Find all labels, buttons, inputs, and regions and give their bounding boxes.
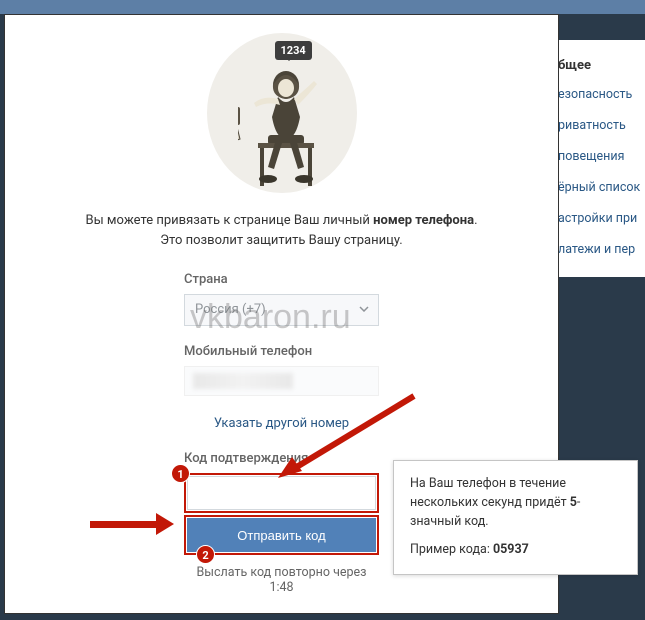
chevron-down-icon <box>359 306 369 316</box>
send-code-button[interactable]: Отправить код <box>187 518 376 552</box>
description: Вы можете привязать к странице Ваш личны… <box>5 211 558 250</box>
person-illustration <box>238 67 348 197</box>
phone-blurred-value <box>193 373 293 389</box>
code-hint-tooltip: На Ваш телефон в течение нескольких секу… <box>393 460 638 575</box>
country-select[interactable]: Россия (+7) <box>184 294 379 326</box>
sidebar-item-app-settings[interactable]: астройки при <box>550 203 645 234</box>
country-label: Страна <box>184 272 379 287</box>
annotation-arrow-horizontal <box>90 516 175 532</box>
sidebar-item-security[interactable]: езопасность <box>550 79 645 110</box>
sidebar-item-blacklist[interactable]: ёрный список <box>550 172 645 203</box>
annotation-highlight-1 <box>184 473 379 513</box>
tooltip-line1: На Ваш телефон в течение нескольких секу… <box>410 475 621 531</box>
resend-info: Выслать код повторно через 1:48 <box>184 557 379 595</box>
sidebar-item-notifications[interactable]: повещения <box>550 141 645 172</box>
phone-label: Мобильный телефон <box>184 344 379 359</box>
sidebar-item-payments[interactable]: латежи и пер <box>550 234 645 265</box>
country-select-wrap[interactable]: Россия (+7) <box>184 294 379 326</box>
phone-field[interactable] <box>184 366 379 396</box>
resend-pre: Выслать код повторно через <box>196 565 366 580</box>
phone-block: Мобильный телефон <box>184 344 379 396</box>
speech-bubble: 1234 <box>275 41 312 60</box>
desc-line1-bold: номер телефона <box>373 213 474 228</box>
confirmation-code-input[interactable] <box>187 476 376 510</box>
tooltip-line2: Пример кода: 05937 <box>410 541 621 560</box>
sidebar-item-privacy[interactable]: риватность <box>550 110 645 141</box>
illustration: 1234 <box>207 33 357 193</box>
page-header-bar <box>0 0 645 14</box>
desc-line2: Это позволит защитить Вашу страницу. <box>160 233 402 248</box>
settings-sidebar: бщее езопасность риватность повещения ёр… <box>550 40 645 277</box>
sidebar-title: бщее <box>550 52 645 79</box>
annotation-badge-2: 2 <box>196 545 215 564</box>
annotation-badge-1: 1 <box>171 464 190 483</box>
desc-line1-post: . <box>474 213 477 228</box>
resend-timer: 1:48 <box>269 580 293 595</box>
desc-line1-pre: Вы можете привязать к странице Ваш личны… <box>85 213 373 228</box>
